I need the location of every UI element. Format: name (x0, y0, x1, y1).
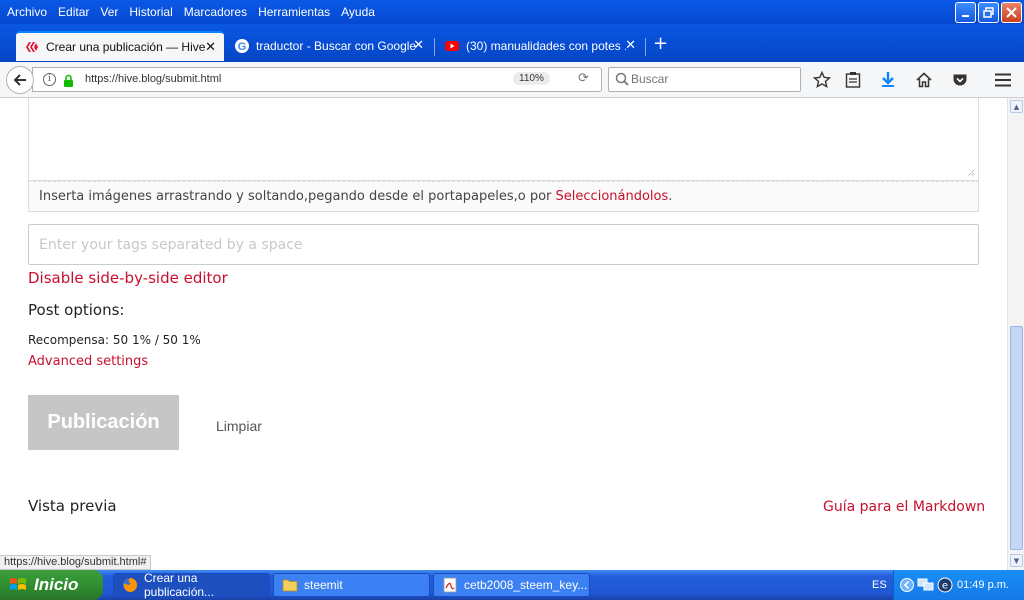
windows-logo-icon (10, 578, 26, 590)
svg-text:G: G (238, 41, 247, 53)
pocket-button[interactable] (950, 70, 970, 90)
clear-button[interactable]: Limpiar (216, 418, 262, 434)
taskbar-item-pdf[interactable]: cetb2008_steem_key... (433, 573, 590, 597)
taskbar-item-label: cetb2008_steem_key... (464, 578, 588, 592)
clipboard-icon (845, 72, 861, 88)
reload-icon[interactable]: ⟳ (578, 71, 589, 86)
menu-editar[interactable]: Editar (58, 5, 89, 19)
taskbar-item-label: Crear una publicación... (144, 571, 215, 599)
disable-side-by-side-link[interactable]: Disable side-by-side editor (28, 269, 228, 287)
hamburger-menu-icon (995, 73, 1011, 87)
search-bar[interactable] (608, 67, 801, 92)
menu-ver[interactable]: Ver (100, 5, 118, 19)
menu-archivo[interactable]: Archivo (7, 5, 47, 19)
tab-strip: Crear una publicación — Hive ✕ G traduct… (0, 24, 1024, 62)
select-images-link[interactable]: Seleccionándolos (556, 189, 669, 204)
back-arrow-icon (13, 74, 26, 86)
downloads-button[interactable] (878, 70, 898, 90)
url-bar[interactable]: i https://hive.blog/submit.html 110% ⟳ (32, 67, 602, 92)
scroll-down-arrow-icon[interactable]: ▼ (1010, 554, 1023, 567)
url-text[interactable]: https://hive.blog/submit.html (85, 73, 221, 85)
tray-expand-icon[interactable] (900, 577, 914, 593)
hive-icon (26, 42, 38, 52)
scroll-up-arrow-icon[interactable]: ▲ (1010, 100, 1023, 113)
status-bar: https://hive.blog/submit.html# (0, 555, 152, 570)
reading-list-button[interactable] (843, 70, 863, 90)
open-menu-button[interactable] (993, 70, 1013, 90)
language-indicator[interactable]: ES (872, 579, 887, 591)
tab-label: traductor - Buscar con Google (256, 39, 416, 53)
clock[interactable]: 01:49 p.m. (957, 579, 1009, 591)
tags-input[interactable] (29, 225, 978, 264)
close-tab-icon[interactable]: ✕ (625, 38, 636, 53)
publish-button[interactable]: Publicación (28, 395, 179, 450)
image-dropzone[interactable]: Inserta imágenes arrastrando y soltando,… (28, 181, 979, 212)
taskbar-item-firefox[interactable]: Crear una publicación... (113, 571, 270, 599)
start-label: Inicio (34, 575, 79, 594)
menu-herramientas[interactable]: Herramientas (258, 5, 330, 19)
preview-heading: Vista previa (28, 497, 117, 515)
advanced-settings-link[interactable]: Advanced settings (28, 354, 148, 369)
youtube-icon (445, 41, 459, 51)
close-tab-icon[interactable]: ✕ (413, 38, 424, 53)
start-button[interactable]: Inicio (0, 570, 103, 600)
restore-icon (983, 7, 994, 18)
home-icon (916, 72, 932, 88)
tab-label: Crear una publicación — Hive (46, 40, 206, 54)
markdown-guide-link[interactable]: Guía para el Markdown (823, 499, 985, 515)
svg-text:e: e (942, 581, 948, 592)
dropzone-text: Inserta imágenes arrastrando y soltando,… (39, 189, 556, 204)
download-arrow-icon (882, 72, 894, 87)
app-tray-icon[interactable]: e (937, 577, 953, 593)
menu-marcadores[interactable]: Marcadores (184, 5, 247, 19)
menu-bar: Archivo Editar Ver Historial Marcadores … (0, 0, 1024, 24)
tab-youtube[interactable]: (30) manualidades con potes ... ✕ (436, 31, 644, 61)
tab-separator (434, 38, 435, 56)
close-icon (1006, 7, 1017, 18)
star-icon (813, 71, 831, 89)
new-tab-button[interactable]: + (653, 33, 668, 54)
taskbar-item-steemit[interactable]: steemit (273, 573, 430, 597)
zoom-indicator[interactable]: 110% (513, 72, 550, 85)
dropzone-end: . (668, 189, 673, 204)
close-tab-icon[interactable]: ✕ (205, 40, 216, 55)
scrollbar-thumb[interactable] (1010, 326, 1023, 550)
menu-historial[interactable]: Historial (129, 5, 172, 19)
minimize-icon (961, 14, 969, 17)
status-url: https://hive.blog/submit.html# (4, 556, 147, 568)
reward-text: Recompensa: 50 1% / 50 1% (28, 333, 201, 347)
taskbar-item-label: steemit (304, 578, 343, 592)
home-button[interactable] (914, 70, 934, 90)
nav-bar: i https://hive.blog/submit.html 110% ⟳ (0, 62, 1024, 98)
info-icon[interactable]: i (43, 73, 56, 86)
resize-grip-icon[interactable] (966, 168, 975, 177)
bookmark-star-button[interactable] (812, 70, 832, 90)
restore-button[interactable] (978, 2, 999, 23)
minimize-button[interactable] (955, 2, 976, 23)
back-button[interactable] (6, 66, 34, 94)
tab-label: (30) manualidades con potes ... (466, 39, 626, 53)
page-content: Inserta imágenes arrastrando y soltando,… (0, 98, 1007, 570)
window-controls (955, 2, 1022, 23)
taskbar: Inicio Crear una publicación... steemit … (0, 570, 1024, 600)
vertical-scrollbar[interactable]: ▲ ▼ (1007, 98, 1024, 570)
tab-google[interactable]: G traductor - Buscar con Google ✕ (226, 31, 432, 61)
pocket-icon (953, 74, 967, 86)
tab-hive[interactable]: Crear una publicación — Hive ✕ (16, 31, 224, 61)
google-icon: G (235, 39, 249, 53)
menu-ayuda[interactable]: Ayuda (341, 5, 375, 19)
post-options-label: Post options: (28, 301, 125, 319)
search-input[interactable] (631, 72, 791, 86)
lock-icon[interactable] (63, 74, 74, 87)
system-tray: e 01:49 p.m. (893, 570, 1024, 600)
firefox-icon (123, 578, 137, 592)
network-icon[interactable] (917, 577, 935, 593)
tags-field[interactable] (28, 224, 979, 265)
search-icon (615, 72, 629, 86)
folder-icon (282, 579, 298, 592)
tab-separator (645, 38, 646, 56)
close-window-button[interactable] (1001, 2, 1022, 23)
post-body-textarea[interactable] (28, 98, 979, 181)
pdf-icon (443, 577, 457, 593)
